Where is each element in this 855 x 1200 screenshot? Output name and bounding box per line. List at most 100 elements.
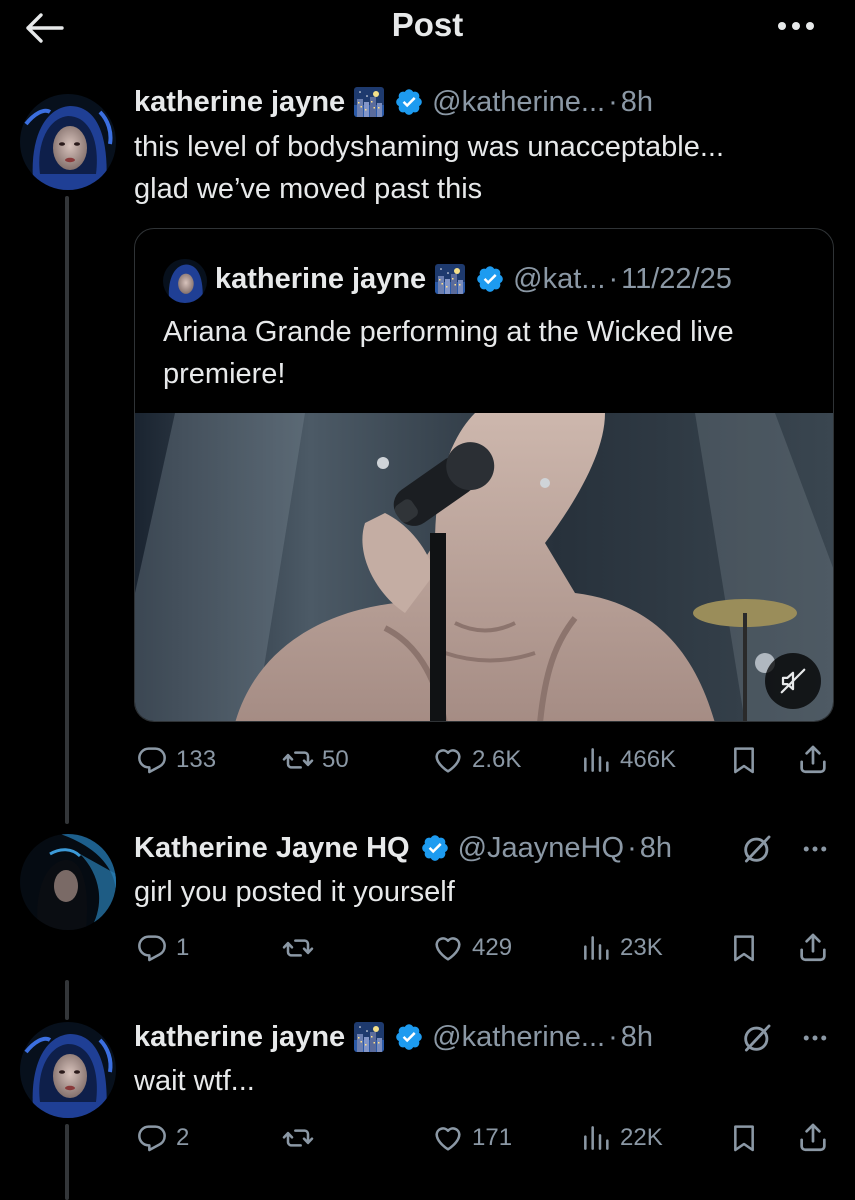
author-handle[interactable]: @JaayneHQ <box>458 830 624 866</box>
views-button[interactable]: 466K <box>580 744 676 776</box>
bookmark-icon <box>728 932 760 964</box>
view-count: 22K <box>620 1124 663 1151</box>
repost-icon <box>282 1122 314 1154</box>
avatar[interactable] <box>20 1022 116 1118</box>
grok-icon <box>740 832 774 866</box>
repost-button[interactable] <box>282 1122 322 1154</box>
grok-button[interactable] <box>740 832 774 866</box>
reply-text: girl you posted it yourself <box>134 876 455 908</box>
author-handle[interactable]: @katherine... <box>432 84 605 120</box>
repost-count: 50 <box>322 746 349 773</box>
share-icon <box>796 742 830 776</box>
thread-line <box>65 196 69 824</box>
author-name[interactable]: Katherine Jayne HQ <box>134 830 410 866</box>
views-button[interactable]: 22K <box>580 1122 663 1154</box>
views-icon <box>580 932 612 964</box>
reply-count: 1 <box>176 934 190 961</box>
repost-button[interactable] <box>282 932 322 964</box>
separator-dot: · <box>608 86 618 118</box>
thread-line <box>65 980 69 1020</box>
like-button[interactable]: 171 <box>432 1122 512 1154</box>
heart-icon <box>432 744 464 776</box>
repost-icon <box>282 744 314 776</box>
repost-icon <box>282 932 314 964</box>
more-horizontal-icon <box>798 834 832 864</box>
author-name[interactable]: katherine jayne <box>134 1019 345 1055</box>
post-time[interactable]: 8h <box>640 830 672 866</box>
post-time[interactable]: 8h <box>621 1019 653 1055</box>
reply-header: Katherine Jayne HQ @JaayneHQ · 8h <box>134 830 672 866</box>
reply-icon <box>136 1122 168 1154</box>
bookmark-button[interactable] <box>728 1122 768 1154</box>
reply-button[interactable]: 2 <box>136 1122 189 1154</box>
bookmark-button[interactable] <box>728 744 768 776</box>
bookmark-icon <box>728 744 760 776</box>
night-city-emoji-icon <box>354 87 384 117</box>
share-icon <box>796 1120 830 1154</box>
quoted-post-date: 11/22/25 <box>621 263 732 295</box>
share-button[interactable] <box>796 930 838 964</box>
views-icon <box>580 1122 612 1154</box>
more-options-button[interactable] <box>798 1023 832 1053</box>
post-header: katherine jayne @katherine... · 8h <box>134 84 653 120</box>
quoted-post-card[interactable]: katherine jayne @kat... · 11/22/25 Arian… <box>134 228 834 722</box>
post-actions: 133 50 2.6K 466K <box>0 740 855 780</box>
like-button[interactable]: 2.6K <box>432 744 521 776</box>
views-button[interactable]: 23K <box>580 932 663 964</box>
share-icon <box>796 930 830 964</box>
view-count: 466K <box>620 746 677 773</box>
post-text: this level of bodyshaming was unacceptab… <box>134 126 724 210</box>
reply-icon <box>136 744 168 776</box>
quoted-author-name: katherine jayne <box>215 263 427 295</box>
more-horizontal-icon <box>798 1023 832 1053</box>
like-count: 429 <box>472 934 513 961</box>
author-handle[interactable]: @katherine... <box>432 1019 605 1055</box>
night-city-emoji-icon <box>435 264 465 294</box>
reply-button[interactable]: 133 <box>136 744 216 776</box>
avatar[interactable] <box>20 834 116 930</box>
avatar[interactable] <box>20 94 116 190</box>
share-button[interactable] <box>796 1120 838 1154</box>
quoted-author-handle: @kat... <box>513 263 606 295</box>
bookmark-icon <box>728 1122 760 1154</box>
quoted-post-header: katherine jayne @kat... · 11/22/25 <box>215 261 732 297</box>
grok-icon <box>740 1021 774 1055</box>
mute-icon <box>780 668 806 694</box>
verified-badge-icon <box>420 833 450 863</box>
night-city-emoji-icon <box>354 1022 384 1052</box>
verified-badge-icon <box>394 1022 424 1052</box>
reply-count: 133 <box>176 746 217 773</box>
quoted-avatar <box>163 259 207 303</box>
bookmark-button[interactable] <box>728 932 768 964</box>
post-text-line: this level of bodyshaming was unacceptab… <box>134 131 725 163</box>
heart-icon <box>432 932 464 964</box>
video-thumbnail[interactable] <box>135 413 833 721</box>
repost-button[interactable]: 50 <box>282 744 349 776</box>
reply-actions: 2 171 22K <box>0 1118 855 1158</box>
author-name[interactable]: katherine jayne <box>134 84 345 120</box>
like-count: 2.6K <box>472 746 522 773</box>
more-options-button[interactable] <box>798 834 832 864</box>
separator-dot: · <box>608 1021 618 1053</box>
more-horizontal-icon <box>778 22 814 30</box>
like-count: 171 <box>472 1124 513 1151</box>
reply-actions: 1 429 23K <box>0 928 855 968</box>
reply-button[interactable]: 1 <box>136 932 189 964</box>
reply-icon <box>136 932 168 964</box>
reply-text: wait wtf... <box>134 1065 255 1097</box>
like-button[interactable]: 429 <box>432 932 512 964</box>
view-count: 23K <box>620 934 663 961</box>
grok-button[interactable] <box>740 1021 774 1055</box>
mute-toggle-button[interactable] <box>765 653 821 709</box>
post-text-line: glad we’ve moved past this <box>134 173 483 205</box>
separator-dot: · <box>608 263 619 295</box>
page-title: Post <box>391 6 464 43</box>
quoted-post-text: Ariana Grande performing at the Wicked l… <box>163 311 734 395</box>
verified-badge-icon <box>475 264 505 294</box>
reply-count: 2 <box>176 1124 190 1151</box>
views-icon <box>580 744 612 776</box>
share-button[interactable] <box>796 742 838 776</box>
separator-dot: · <box>627 832 637 864</box>
more-options-button[interactable] <box>776 12 816 40</box>
post-time[interactable]: 8h <box>621 84 653 120</box>
